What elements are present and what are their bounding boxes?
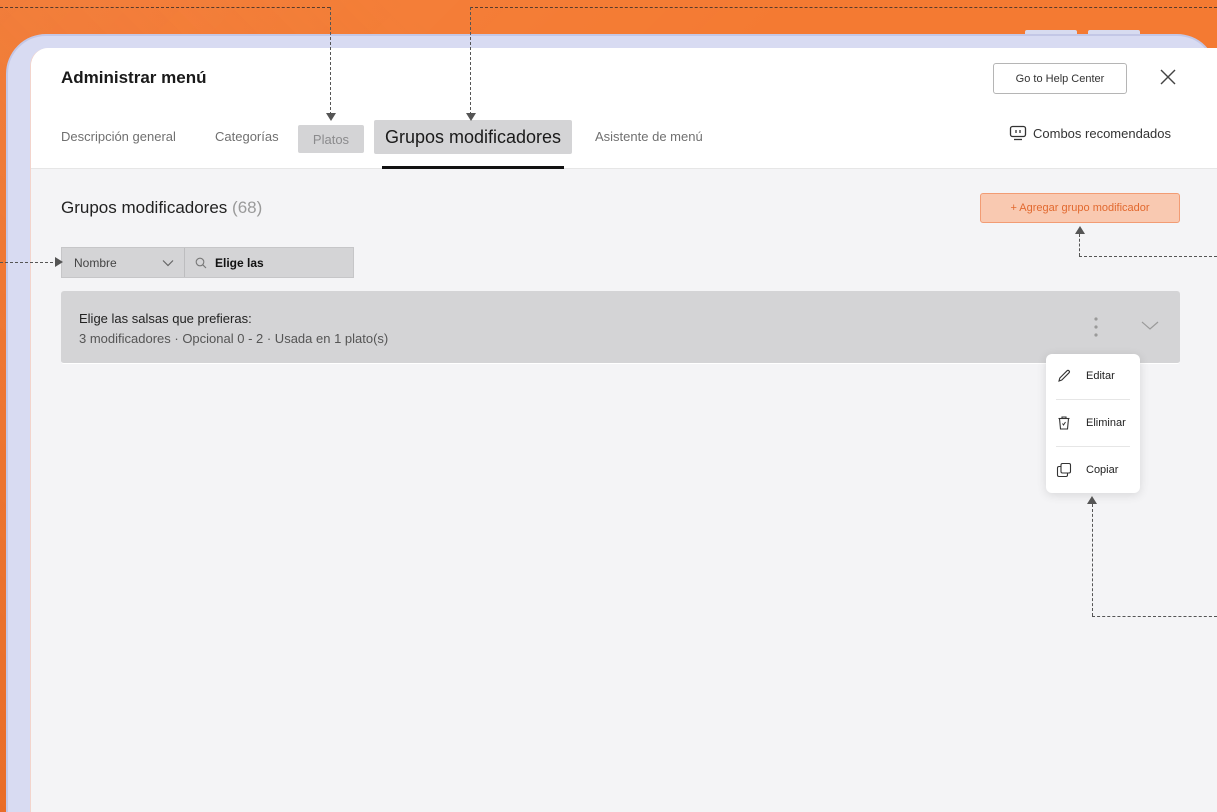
annotation-line-platos xyxy=(330,7,331,115)
menu-divider xyxy=(1056,399,1130,400)
tab-modifier-groups[interactable]: Grupos modificadores xyxy=(374,120,572,154)
manage-menu-modal: Administrar menú Go to Help Center Descr… xyxy=(30,48,1217,812)
section-title-text: Grupos modificadores xyxy=(61,198,228,217)
copy-icon xyxy=(1056,462,1072,478)
menu-item-label: Eliminar xyxy=(1086,417,1126,429)
tab-dishes[interactable]: Platos xyxy=(298,125,364,153)
modifier-group-row[interactable]: Elige las salsas que prefieras: 3 modifi… xyxy=(61,291,1180,364)
annotation-line-add-h xyxy=(1079,256,1217,257)
trash-icon xyxy=(1058,416,1070,430)
filter-bar: Nombre Elige las xyxy=(61,247,354,278)
search-icon xyxy=(195,257,207,268)
annotation-dash-top-left xyxy=(0,7,330,8)
menu-item-edit[interactable]: Editar xyxy=(1056,354,1130,398)
filter-field-select[interactable]: Nombre xyxy=(62,248,185,277)
annotation-arrow-filter xyxy=(55,257,63,267)
search-value: Elige las xyxy=(215,255,264,270)
chevron-down-icon[interactable] xyxy=(1141,319,1159,333)
menu-item-delete[interactable]: Eliminar xyxy=(1056,401,1130,445)
page-title: Administrar menú xyxy=(61,68,207,87)
annotation-arrow-grupos xyxy=(466,113,476,121)
tab-overview[interactable]: Descripción general xyxy=(61,129,176,144)
chevron-down-icon xyxy=(162,259,174,266)
annotation-dash-top-right xyxy=(470,7,1217,8)
section-title: Grupos modificadores (68) xyxy=(61,198,262,218)
main-content: Grupos modificadores (68) + Agregar grup… xyxy=(31,169,1217,812)
group-meta: 3 modificadores · Opcional 0 - 2 · Usada… xyxy=(79,331,389,346)
menu-item-copy[interactable]: Copiar xyxy=(1056,448,1130,492)
modal-header: Administrar menú Go to Help Center xyxy=(31,48,1217,107)
group-name: Elige las salsas que prefieras: xyxy=(79,311,252,326)
tv-icon xyxy=(1009,125,1027,141)
help-center-button[interactable]: Go to Help Center xyxy=(993,63,1127,94)
annotation-arrow-menu xyxy=(1087,496,1097,504)
tab-categories[interactable]: Categorías xyxy=(215,129,279,144)
combos-label: Combos recomendados xyxy=(1033,125,1172,141)
filter-select-value: Nombre xyxy=(74,255,117,270)
menu-item-label: Editar xyxy=(1086,370,1115,382)
context-menu: Editar Eliminar Copiar xyxy=(1046,354,1140,493)
more-options-icon[interactable] xyxy=(1091,315,1101,339)
annotation-arrow-add xyxy=(1075,226,1085,234)
recommended-combos-link[interactable]: Combos recomendados xyxy=(1009,125,1171,141)
pencil-icon xyxy=(1058,369,1070,382)
close-icon[interactable] xyxy=(1157,66,1179,88)
annotation-line-filter xyxy=(0,262,58,263)
annotation-arrow-platos xyxy=(326,113,336,121)
menu-divider xyxy=(1056,446,1130,447)
section-count: (68) xyxy=(232,198,263,217)
annotation-line-add-v xyxy=(1079,234,1080,256)
annotation-line-grupos xyxy=(470,7,471,115)
menu-item-label: Copiar xyxy=(1086,464,1119,476)
annotation-line-menu-v xyxy=(1092,504,1093,616)
tab-menu-assistant[interactable]: Asistente de menú xyxy=(595,129,703,144)
search-input[interactable]: Elige las xyxy=(185,248,353,277)
tab-bar: Descripción general Categorías Platos Gr… xyxy=(31,106,1217,169)
annotation-line-menu-h xyxy=(1092,616,1217,617)
add-modifier-group-button[interactable]: + Agregar grupo modificador xyxy=(980,193,1180,223)
